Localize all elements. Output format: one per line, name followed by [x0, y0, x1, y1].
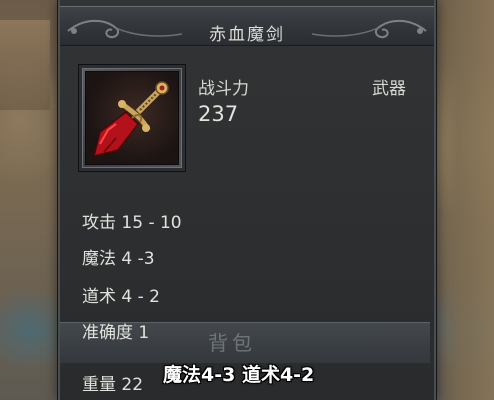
item-icon-slot [85, 71, 179, 165]
panel-header: 赤血魔剑 [60, 6, 434, 46]
stat-magic: 魔法 4 -3 [82, 249, 155, 269]
item-name: 赤血魔剑 [209, 25, 285, 45]
stat-accuracy: 准确度 1 [82, 323, 150, 343]
combat-power-label: 战斗力 [198, 79, 249, 99]
stat-attack: 攻击 15 - 10 [82, 213, 182, 233]
bag-label: 背包 [208, 331, 256, 355]
stat-taoism: 道术 4 - 2 [82, 287, 160, 307]
stat-weight: 重量 22 [82, 375, 144, 395]
background-door [0, 20, 50, 110]
item-icon-frame[interactable] [78, 64, 186, 172]
item-type-label: 武器 [372, 79, 406, 99]
red-sword-icon [92, 81, 169, 158]
combat-power-value: 237 [198, 102, 239, 126]
background-pillar [434, 0, 494, 400]
video-subtitle: 魔法4-3 道术4-2 [163, 364, 315, 386]
